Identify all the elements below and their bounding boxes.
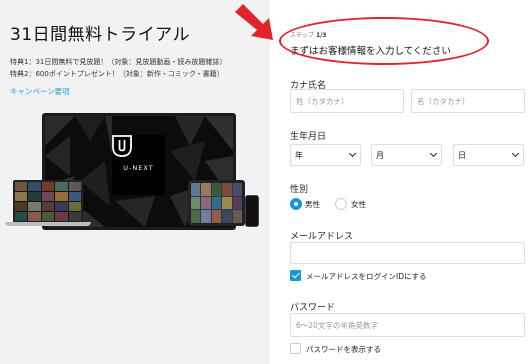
promo-title: 31日間無料トライアル: [10, 25, 190, 45]
chevron-down-icon: [511, 149, 520, 158]
red-oval-annotation: [279, 17, 489, 65]
password-input[interactable]: 6～20文字の半角英数字: [290, 313, 525, 337]
campaign-terms-link[interactable]: キャンペーン要項: [10, 86, 70, 97]
red-arrow-annotation: [235, 4, 273, 40]
logo-text: U-NEXT: [123, 164, 154, 172]
promo-panel: 31日間無料トライアル 特典1：31日間無料で見放題！（対象：見放題動画・読み放…: [0, 0, 270, 364]
last-name-placeholder: 姓（カタカナ）: [296, 96, 349, 106]
email-login-id-label: メールアドレスをログインIDにする: [306, 272, 427, 281]
chevron-down-icon: [429, 149, 438, 158]
birth-month-select[interactable]: 月: [371, 144, 442, 166]
birth-day-select[interactable]: 日: [453, 144, 524, 166]
year-value: 年: [295, 150, 303, 160]
email-label: メールアドレス: [290, 232, 354, 242]
show-password-label: パスワードを表示する: [306, 345, 381, 354]
first-name-kana-input[interactable]: 名（カタカナ）: [411, 89, 525, 113]
u-next-logo: U-NEXT: [112, 135, 165, 195]
laptop-base: [5, 222, 91, 226]
birthdate-label: 生年月日: [290, 132, 327, 142]
last-name-kana-input[interactable]: 姓（カタカナ）: [290, 89, 404, 113]
gender-male-radio[interactable]: [290, 198, 302, 210]
birth-year-select[interactable]: 年: [290, 144, 361, 166]
month-value: 月: [376, 150, 384, 160]
email-input[interactable]: [290, 242, 525, 264]
day-value: 日: [458, 150, 466, 160]
gender-female-radio[interactable]: [335, 198, 347, 210]
gender-male-label: 男性: [305, 200, 320, 209]
chevron-down-icon: [348, 149, 357, 158]
password-placeholder: 6～20文字の半角英数字: [296, 320, 378, 330]
phone-device-image: [245, 195, 259, 227]
gender-female-label: 女性: [351, 200, 366, 209]
tablet-device-image: [188, 180, 245, 226]
perk-1-text: 特典1：31日間無料で見放題！（対象：見放題動画・読み放題雑誌）: [10, 58, 227, 66]
password-label: パスワード: [290, 303, 336, 313]
u-next-shield-icon: [112, 135, 132, 157]
show-password-checkbox[interactable]: [290, 343, 301, 354]
gender-label: 性別: [290, 185, 309, 195]
laptop-device-image: [13, 180, 83, 223]
perk-2-text: 特典2：600ポイントプレゼント！（対象：新作・コミック・書籍）: [10, 70, 224, 78]
email-login-id-checkbox[interactable]: [290, 270, 301, 281]
first-name-placeholder: 名（カタカナ）: [417, 96, 470, 106]
